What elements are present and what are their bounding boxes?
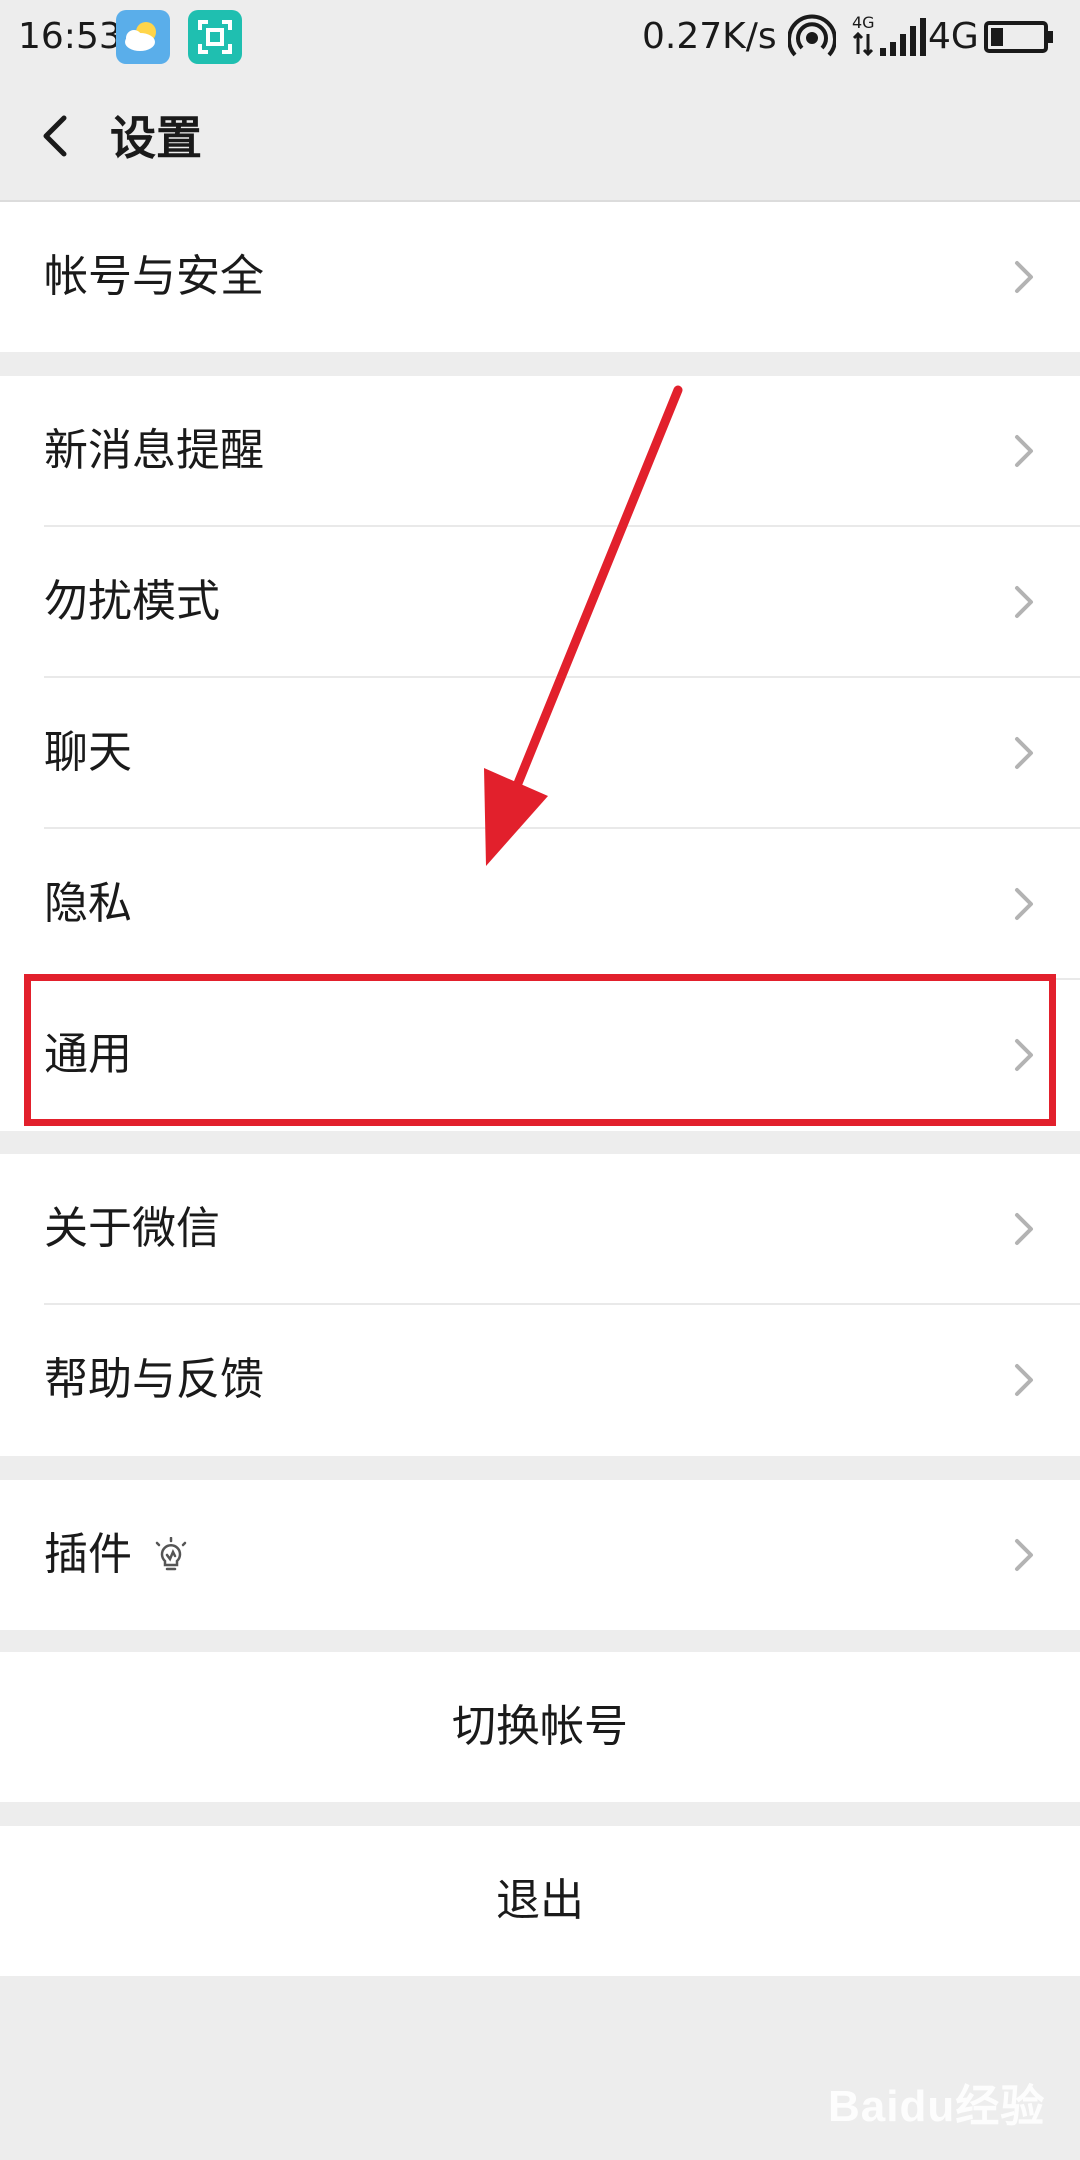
- chevron-right-icon: [1015, 261, 1033, 293]
- chevron-right-icon: [1015, 737, 1033, 769]
- settings-item-plugins[interactable]: 插件: [0, 1480, 1080, 1631]
- settings-item-help-feedback[interactable]: 帮助与反馈: [0, 1305, 1080, 1456]
- settings-item-label: 新消息提醒: [44, 425, 264, 476]
- scan-icon: [188, 10, 242, 64]
- chevron-right-icon: [1015, 1539, 1033, 1571]
- status-bar: 16:53 0.27K/s 4G 4G: [0, 0, 1080, 74]
- settings-item-do-not-disturb[interactable]: 勿扰模式: [0, 527, 1080, 678]
- settings-group-general: 新消息提醒 勿扰模式 聊天 隐私 通用: [0, 376, 1080, 1131]
- network-type: 4G: [928, 16, 979, 57]
- settings-item-label: 聊天: [44, 727, 132, 778]
- lightbulb-icon: [155, 1537, 187, 1571]
- settings-item-label: 插件: [44, 1529, 132, 1580]
- settings-item-about-wechat[interactable]: 关于微信: [0, 1154, 1080, 1305]
- logout-button[interactable]: 退出: [0, 1826, 1080, 1976]
- chevron-right-icon: [1015, 1213, 1033, 1245]
- settings-group-about: 关于微信 帮助与反馈: [0, 1154, 1080, 1456]
- settings-item-label: 隐私: [44, 878, 132, 929]
- settings-item-notifications[interactable]: 新消息提醒: [0, 376, 1080, 527]
- settings-group-account: 帐号与安全: [0, 202, 1080, 352]
- network-speed: 0.27K/s: [642, 16, 777, 57]
- status-time: 16:53: [18, 16, 122, 57]
- settings-item-label: 通用: [44, 1029, 132, 1080]
- settings-group-plugins: 插件: [0, 1480, 1080, 1630]
- svg-text:4G: 4G: [852, 13, 875, 32]
- chevron-right-icon: [1015, 1364, 1033, 1396]
- signal-icon: 4G: [852, 13, 926, 57]
- switch-account-section: 切换帐号: [0, 1652, 1080, 1802]
- hotspot-icon: [788, 14, 836, 57]
- chevron-left-icon[interactable]: [28, 104, 92, 168]
- settings-item-privacy[interactable]: 隐私: [0, 829, 1080, 980]
- settings-item-label: 关于微信: [44, 1203, 220, 1254]
- chevron-right-icon: [1015, 586, 1033, 618]
- weather-icon: [116, 10, 170, 64]
- logout-section: 退出: [0, 1826, 1080, 1976]
- settings-item-chat[interactable]: 聊天: [0, 678, 1080, 829]
- settings-item-general[interactable]: 通用: [0, 980, 1080, 1131]
- chevron-right-icon: [1015, 435, 1033, 467]
- baidu-watermark: Baidu经验: [828, 2082, 1046, 2131]
- settings-item-label: 帐号与安全: [44, 251, 264, 302]
- chevron-right-icon: [1015, 888, 1033, 920]
- battery-icon: [984, 21, 1053, 53]
- settings-item-label: 勿扰模式: [44, 576, 220, 627]
- settings-item-label: 帮助与反馈: [44, 1354, 264, 1405]
- settings-item-account-security[interactable]: 帐号与安全: [0, 202, 1080, 353]
- page-title: 设置: [110, 111, 202, 165]
- app-header: 设置: [0, 74, 1080, 202]
- chevron-right-icon: [1015, 1039, 1033, 1071]
- switch-account-button[interactable]: 切换帐号: [0, 1652, 1080, 1802]
